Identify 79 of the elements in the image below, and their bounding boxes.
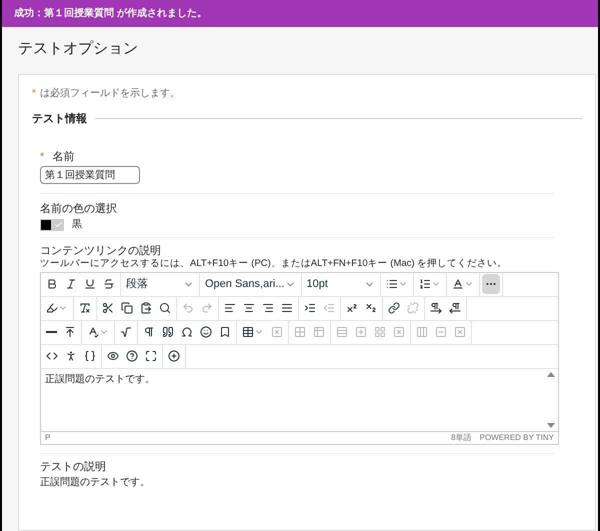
outdent-icon — [323, 302, 335, 314]
table-merge-icon — [313, 326, 325, 338]
description-text: 正誤問題のテストです。 — [40, 476, 151, 490]
add-icon — [168, 350, 180, 362]
code-icon — [46, 350, 58, 362]
square-root-icon — [120, 326, 132, 338]
align-left-icon — [224, 302, 236, 314]
superscript-icon — [346, 302, 358, 314]
undo-icon — [182, 302, 194, 314]
redo-icon — [201, 302, 213, 314]
color-check[interactable] — [52, 218, 64, 231]
paste-icon — [140, 302, 152, 314]
pilcrow-icon — [143, 326, 155, 338]
text-color-icon — [452, 278, 464, 290]
dropdown-select[interactable]: Open Sans,ari... — [202, 274, 298, 294]
editor-text[interactable]: 正誤問題のテストです。 — [41, 368, 547, 431]
more-button[interactable] — [482, 274, 500, 294]
eye-icon — [107, 350, 119, 362]
help-icon — [126, 350, 138, 362]
insert-icon — [64, 326, 76, 338]
scroll-up-icon[interactable] — [547, 372, 555, 377]
column-delete-icon — [454, 326, 466, 338]
underline-icon — [84, 278, 96, 290]
table-icon — [242, 326, 254, 338]
name-input-field[interactable]: 第１回授業質問 — [40, 166, 140, 184]
unlink-icon — [407, 302, 419, 314]
justify-icon — [281, 302, 293, 314]
accessibility-icon — [65, 350, 77, 362]
color-name: 黒 — [72, 218, 82, 232]
field-label: テストの説明 — [40, 460, 107, 474]
required-mark: * — [40, 150, 44, 164]
bold-icon — [46, 278, 58, 290]
table-cell-icon — [294, 326, 306, 338]
highlighter-icon — [46, 302, 58, 314]
search-icon — [159, 302, 171, 314]
spellcheck-icon — [87, 326, 99, 338]
pilcrow-left-icon — [449, 302, 461, 314]
clear-formatting-icon — [79, 302, 91, 314]
numbered-list-icon — [418, 278, 430, 290]
indent-icon — [304, 302, 316, 314]
subscript-icon — [365, 302, 377, 314]
braces-icon — [84, 350, 96, 362]
row-insert-icon — [374, 326, 386, 338]
quote-icon — [162, 326, 174, 338]
fullscreen-icon — [145, 350, 157, 362]
section-title: テスト情報 — [32, 112, 87, 126]
row-delete-icon — [393, 326, 405, 338]
copy-icon — [121, 302, 133, 314]
bookmark-icon — [219, 326, 231, 338]
field-label: 名前 — [52, 150, 74, 164]
required-mark: * — [32, 86, 36, 100]
strikethrough-icon — [103, 278, 115, 290]
page-title: テストオプション — [17, 39, 139, 59]
align-center-icon — [243, 302, 255, 314]
success-banner: 成功：第１回授業質問 が作成されました。 — [2, 0, 598, 27]
dropdown-select[interactable]: 段落 — [123, 274, 197, 294]
italic-icon — [65, 278, 77, 290]
word-count: 8単語 — [451, 432, 472, 444]
branding-link[interactable]: POWERED BY TINY — [480, 432, 554, 444]
align-right-icon — [262, 302, 274, 314]
column-remove-icon — [435, 326, 447, 338]
field-label: 名前の色の選択 — [40, 202, 118, 216]
smiley-icon — [200, 326, 212, 338]
row-add-icon — [355, 326, 367, 338]
check-icon — [54, 220, 62, 230]
row-icon — [336, 326, 348, 338]
table-delete-icon — [271, 326, 283, 338]
dropdown-select[interactable]: 10pt — [304, 274, 378, 294]
column-icon — [416, 326, 428, 338]
required-note: は必須フィールドを示します。 — [40, 86, 180, 100]
pilcrow-right-icon — [430, 302, 442, 314]
color-swatch[interactable] — [40, 218, 52, 231]
field-label: コンテンツリンクの説明 — [40, 244, 162, 258]
hint-text: ツールバーにアクセスするには、ALT+F10キー (PC)、またはALT+FN+F10キー (Mac) を押してください。 — [40, 258, 508, 271]
link-icon — [388, 302, 400, 314]
scissors-icon — [102, 302, 114, 314]
element-path: P — [45, 432, 50, 444]
omega-icon — [181, 326, 193, 338]
scroll-down-icon[interactable] — [547, 422, 555, 428]
